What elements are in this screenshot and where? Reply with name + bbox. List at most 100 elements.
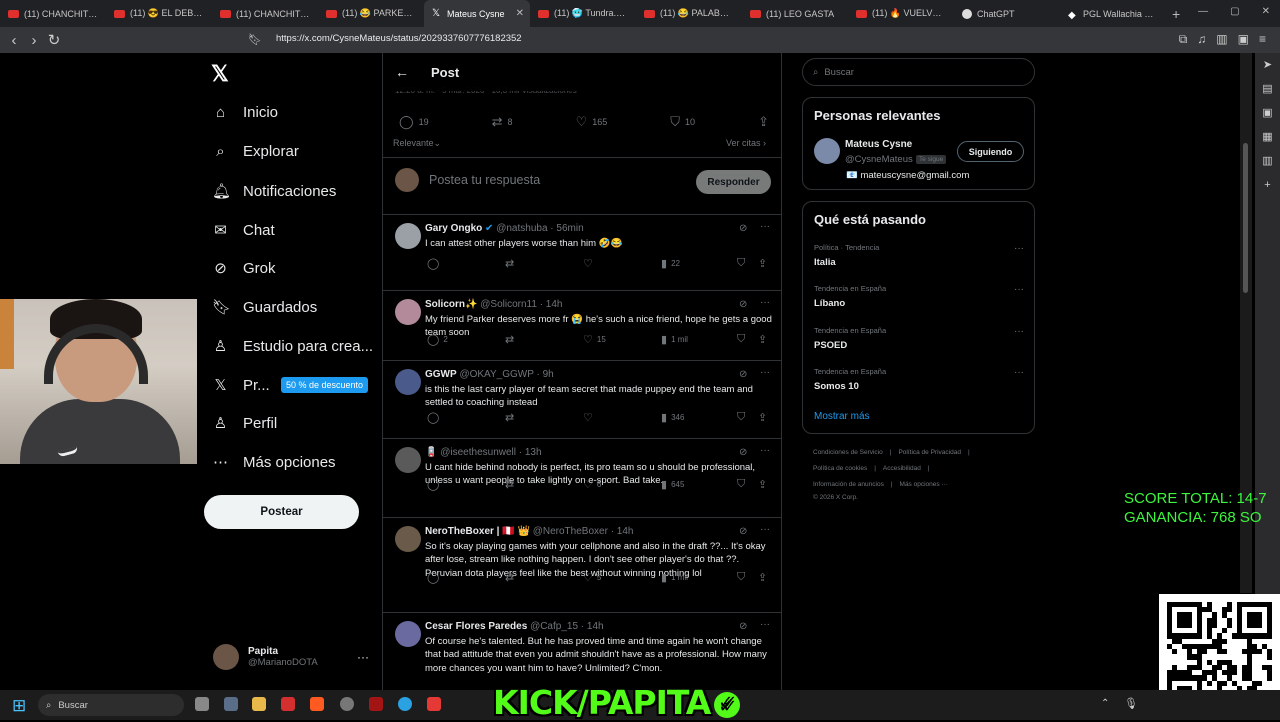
close-window-icon[interactable]: ✕ (1262, 6, 1270, 17)
dota-icon[interactable] (369, 697, 383, 711)
tray-chevron-icon[interactable]: ⌃ (1101, 698, 1109, 709)
bookmark-icon[interactable]: 🔖︎ (248, 33, 262, 46)
reply-item[interactable]: Gary Ongko ✔ @natshuba · 56min ⊘ ··· I can … (383, 215, 781, 291)
reply-item[interactable]: Cesar Flores Paredes @Cafp_15 · 14h ⊘ ··· O… (383, 613, 781, 693)
person-name[interactable]: Mateus Cysne (845, 139, 912, 150)
grok-icon[interactable]: ⊘ (739, 526, 747, 537)
sidebar-icon[interactable]: ▥ (1216, 32, 1227, 47)
sidebar-item-profile[interactable]: ♙ Perfil (212, 414, 277, 433)
share-button[interactable]: ⇪ (758, 114, 769, 130)
action-like[interactable]: ♡ (583, 257, 593, 270)
grok-icon[interactable]: ⊘ (739, 223, 747, 234)
sidebar-item-notifications[interactable]: 🔔︎ Notificaciones (212, 182, 336, 201)
avatar[interactable] (395, 223, 421, 249)
action-bookmark[interactable]: ⛉ (737, 571, 745, 584)
premium-discount-badge[interactable]: 50 % de descuento (281, 377, 369, 393)
action-repost[interactable]: ⇄ (505, 478, 514, 491)
reload-icon[interactable]: ↻ (44, 31, 64, 49)
sort-dropdown[interactable]: Relevante⌄ (393, 138, 441, 149)
minimize-icon[interactable]: — (1198, 6, 1208, 17)
browser-tab[interactable]: (11) 😎 EL DEBUT DE (106, 0, 212, 27)
browser-tab[interactable]: (11) 🥶 Tundra.Park (530, 0, 636, 27)
new-tab-icon[interactable]: + (1172, 6, 1180, 22)
action-repost[interactable]: ⇄ (505, 333, 514, 346)
more-icon[interactable]: ··· (760, 619, 770, 630)
grok-icon[interactable]: ⊘ (739, 369, 747, 380)
action-reply[interactable]: ◯ (427, 571, 439, 584)
footer-link[interactable]: Más opciones ··· (900, 481, 948, 488)
sidebar-item-explore[interactable]: ⌕ Explorar (212, 143, 299, 160)
mic-icon[interactable]: 🎙︎ (1124, 697, 1138, 710)
wallet-icon[interactable]: ▣ (1238, 32, 1249, 47)
reply-item[interactable]: 🪫 @iseethesunwell · 13h ⊘ ··· U cant hide b… (383, 439, 781, 518)
close-tab-icon[interactable]: ✕ (516, 8, 524, 19)
action-reply[interactable]: ◯ (427, 478, 439, 491)
action-like[interactable]: ♡ 15 (583, 333, 606, 346)
reply-author-name[interactable]: Solicorn✨ (425, 299, 477, 310)
file-explorer-icon[interactable] (252, 697, 266, 711)
side-history-icon[interactable]: ▥ (1255, 149, 1280, 173)
reply-composer[interactable]: Postea tu respuesta (395, 168, 540, 192)
action-bookmark[interactable]: ⛉ (737, 333, 745, 346)
avatar[interactable] (814, 138, 840, 164)
app-l-icon[interactable] (281, 697, 295, 711)
sidebar-item-home[interactable]: ⌂ Inicio (212, 104, 278, 121)
avatar[interactable] (395, 621, 421, 647)
grok-icon[interactable]: ⊘ (739, 447, 747, 458)
avatar[interactable] (395, 369, 421, 395)
browser-tab[interactable]: (11) 😂 PARKER se (318, 0, 424, 27)
view-quotes-link[interactable]: Ver citas › (726, 138, 766, 148)
side-add-icon[interactable]: + (1255, 173, 1280, 197)
side-nav-icon[interactable]: ➤ (1255, 53, 1280, 77)
browser-tab[interactable]: ChatGPT (954, 0, 1060, 27)
avatar[interactable] (395, 299, 421, 325)
reply-count[interactable]: ◯ 19 (399, 114, 429, 130)
action-repost[interactable]: ⇄ (505, 257, 514, 270)
browser-tab[interactable]: (11) CHANCHITO DE (0, 0, 106, 27)
footer-link[interactable]: Información de anuncios (813, 481, 884, 488)
action-like[interactable]: ♡ 5 (583, 571, 601, 584)
reply-input[interactable]: Postea tu respuesta (429, 173, 540, 187)
footer-link[interactable]: © 2026 X Corp. (813, 494, 858, 501)
footer-link[interactable]: Política de cookies (813, 465, 867, 472)
reply-author-name[interactable]: GGWP (425, 369, 457, 380)
sidebar-item-creator-studio[interactable]: ♙ Estudio para crea... (212, 337, 373, 356)
taskbar-search[interactable]: ⌕ Buscar (38, 694, 184, 716)
music-icon[interactable]: ♫ (1197, 32, 1206, 47)
browser-tab[interactable]: ◆ PGL Wallachia Seas (1060, 0, 1166, 27)
action-views[interactable]: ▮ 1 mil (661, 571, 688, 584)
footer-link[interactable]: Accesibilidad (883, 465, 921, 472)
sidebar-item-chat[interactable]: ✉ Chat (212, 221, 274, 240)
reply-author-name[interactable]: Cesar Flores Paredes (425, 621, 527, 632)
sidebar-item-grok[interactable]: ⊘ Grok (212, 259, 275, 278)
following-button[interactable]: Siguiendo (957, 141, 1024, 162)
back-arrow-icon[interactable]: ← (395, 64, 409, 80)
side-reader-icon[interactable]: ▤ (1255, 77, 1280, 101)
browser-tab[interactable]: 𝕏 Mateus Cysne ✕ (424, 0, 530, 27)
trend-item[interactable]: Tendencia en España PSOED ··· (814, 326, 1024, 351)
trend-item[interactable]: Tendencia en España Líbano ··· (814, 284, 1024, 309)
bookmark-count[interactable]: ⛉ 10 (670, 114, 695, 130)
more-icon[interactable]: ··· (1014, 367, 1024, 378)
action-like[interactable]: ♡ (583, 411, 593, 424)
trend-item[interactable]: Tendencia en España Somos 10 ··· (814, 367, 1024, 392)
avatar[interactable] (395, 526, 421, 552)
action-repost[interactable]: ⇄ (505, 571, 514, 584)
menu-icon[interactable]: ≡ (1259, 32, 1266, 47)
action-views[interactable]: ▮ 1 mil (661, 333, 688, 346)
like-count[interactable]: ♡ 165 (576, 114, 608, 130)
action-reply[interactable]: ◯ (427, 257, 439, 270)
more-icon[interactable]: ··· (357, 650, 369, 664)
browser-tab[interactable]: (11) 😂 PALABRAS DE R (636, 0, 742, 27)
action-share[interactable]: ⇪ (758, 478, 767, 491)
footer-link[interactable]: Política de Privacidad (898, 449, 961, 456)
more-icon[interactable]: ··· (1014, 243, 1024, 254)
action-views[interactable]: ▮ 22 (661, 257, 680, 270)
reply-item[interactable]: NeroTheBoxer | 🇵🇪 👑 @NeroTheBoxer · 14h ⊘… (383, 518, 781, 613)
side-wallet-icon[interactable]: ▣ (1255, 101, 1280, 125)
steam-icon[interactable] (340, 697, 354, 711)
action-views[interactable]: ▮ 346 (661, 411, 684, 424)
browser-tab[interactable]: (11) 🔥 VUELVE LA (848, 0, 954, 27)
side-notes-icon[interactable]: ▦ (1255, 125, 1280, 149)
more-icon[interactable]: ··· (760, 524, 770, 535)
